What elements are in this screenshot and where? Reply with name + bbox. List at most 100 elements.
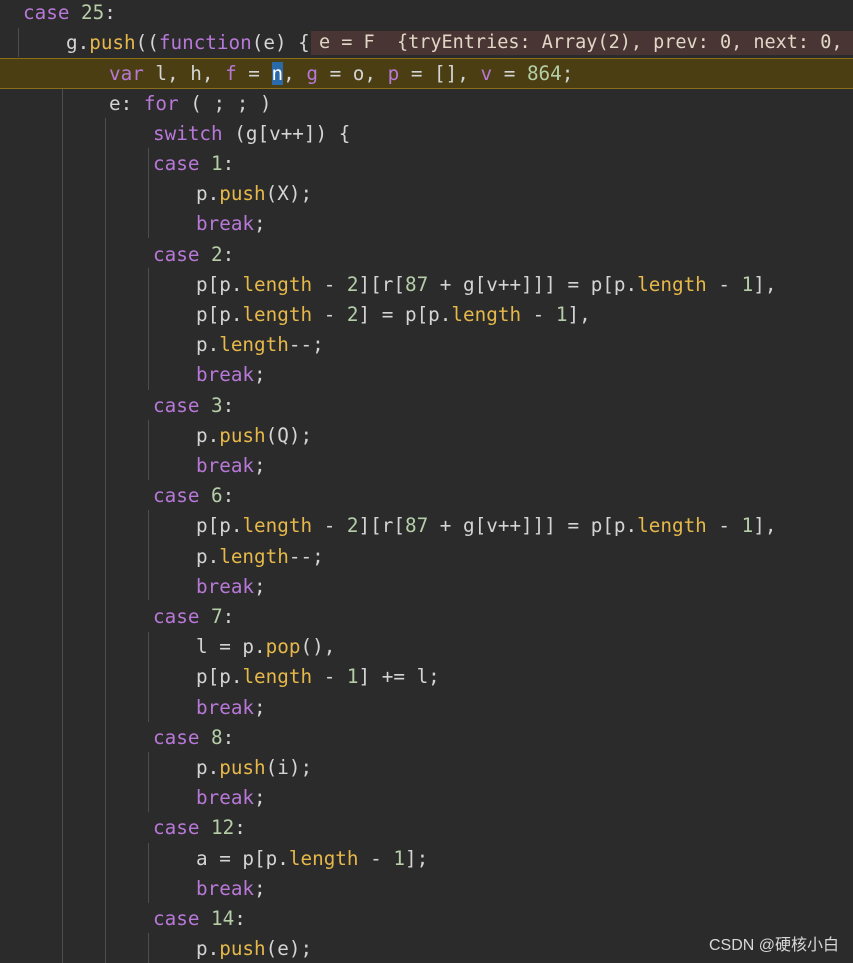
code-token: length xyxy=(219,544,289,568)
current-execution-line[interactable]: var l, h, f = n, g = o, p = [], v = 864; xyxy=(0,58,853,89)
code-line[interactable]: a = p[p.length - 1]; xyxy=(0,844,853,874)
code-token: ; xyxy=(254,695,266,719)
code-token: 2 xyxy=(211,242,223,266)
code-text: switch (g[v++]) { xyxy=(153,119,350,149)
code-token: --; xyxy=(288,333,324,357)
code-token: length xyxy=(637,514,707,538)
code-token: break xyxy=(196,786,255,810)
code-token: ; xyxy=(254,574,266,598)
code-text: break; xyxy=(196,451,266,481)
code-token: case xyxy=(23,1,70,24)
code-token: case xyxy=(153,816,200,840)
code-line[interactable]: break; xyxy=(0,693,853,723)
code-token: : xyxy=(234,907,246,930)
code-line[interactable]: break; xyxy=(0,451,853,481)
code-line[interactable]: p.push(X); xyxy=(0,179,853,209)
code-line[interactable]: l = p.pop(), xyxy=(0,632,853,662)
code-token: 87 xyxy=(404,514,429,538)
code-text: break; xyxy=(196,209,266,239)
code-text: var l, h, f = n, g = o, p = [], v = 864; xyxy=(109,59,573,89)
code-line[interactable]: switch (g[v++]) { xyxy=(0,119,853,149)
code-text: g.push((function(e) { xyxy=(66,28,310,58)
code-token: 25 xyxy=(81,1,105,24)
code-token: length xyxy=(219,333,289,357)
code-token: break xyxy=(196,695,255,719)
code-line[interactable]: p.length--; xyxy=(0,542,853,572)
code-line[interactable]: case 25: xyxy=(0,0,853,28)
code-token: : xyxy=(222,242,235,266)
code-text: case 2: xyxy=(153,240,234,270)
code-line[interactable]: p[p.length - 2] = p[p.length - 1], xyxy=(0,300,853,330)
code-line[interactable]: break; xyxy=(0,360,853,390)
code-token: 14 xyxy=(211,907,235,930)
code-token: g xyxy=(306,62,318,86)
code-line[interactable]: p.push(i); xyxy=(0,753,853,783)
selected-token: n xyxy=(271,62,284,86)
code-line[interactable]: break; xyxy=(0,209,853,239)
code-token: length xyxy=(242,514,313,538)
code-token: ; xyxy=(254,454,266,477)
code-line[interactable]: p[p.length - 2][r[87 + g[v++]]] = p[p.le… xyxy=(0,270,853,300)
code-line[interactable]: case 6: xyxy=(0,481,853,511)
code-token: case xyxy=(153,484,200,508)
code-token: 3 xyxy=(211,393,223,417)
code-token: case xyxy=(153,152,200,175)
code-line[interactable]: p.push(Q); xyxy=(0,421,853,451)
code-text: p.length--; xyxy=(196,330,324,360)
code-text: e: for ( ; ; ) xyxy=(109,89,272,119)
code-line[interactable]: break; xyxy=(0,572,853,602)
code-editor[interactable]: case 25: g.push((function(e) {var l, h, f… xyxy=(0,0,853,963)
code-token: var xyxy=(109,62,144,86)
code-text: l = p.pop(), xyxy=(196,632,335,662)
code-line[interactable]: case 12: xyxy=(0,813,853,843)
code-text: case 7: xyxy=(153,602,234,632)
code-token: length xyxy=(637,272,707,296)
code-token: push xyxy=(219,756,266,779)
code-token: : xyxy=(222,605,235,628)
inline-debug-value-hint[interactable]: e = F {tryEntries: Array(2), prev: 0, ne… xyxy=(311,31,853,55)
code-token: - xyxy=(312,665,347,689)
code-text: p.push(e); xyxy=(196,934,312,963)
code-line[interactable]: case 2: xyxy=(0,240,853,270)
code-text: p.push(Q); xyxy=(196,421,312,451)
code-token: function xyxy=(158,31,252,55)
code-text: p[p.length - 1] += l; xyxy=(196,662,440,692)
code-line[interactable]: case 1: xyxy=(0,149,853,179)
code-token: 8 xyxy=(211,725,223,749)
code-token: ; xyxy=(254,212,266,236)
code-line[interactable]: p.length--; xyxy=(0,330,853,360)
code-token: - xyxy=(706,272,742,296)
code-token: : xyxy=(222,725,235,749)
code-line[interactable]: break; xyxy=(0,874,853,904)
code-line[interactable]: case 8: xyxy=(0,723,853,753)
code-line[interactable]: p[p.length - 1] += l; xyxy=(0,662,853,692)
code-token: (), xyxy=(300,635,336,659)
code-line[interactable]: case 14: xyxy=(0,904,853,934)
watermark: CSDN @硬核小白 xyxy=(708,937,839,954)
code-text: break; xyxy=(196,874,266,904)
code-token: ; xyxy=(254,786,266,810)
code-token: a = p[p. xyxy=(196,846,289,870)
code-line[interactable]: p[p.length - 2][r[87 + g[v++]]] = p[p.le… xyxy=(0,511,853,541)
code-line[interactable]: break; xyxy=(0,783,853,813)
code-line[interactable]: case 3: xyxy=(0,391,853,421)
code-token: ; xyxy=(254,876,266,900)
code-token: ] += l; xyxy=(358,665,440,689)
code-token: --; xyxy=(288,544,324,568)
code-line[interactable]: e: for ( ; ; ) xyxy=(0,89,853,119)
code-token: p[p. xyxy=(196,303,243,326)
code-line[interactable]: case 7: xyxy=(0,602,853,632)
code-token: ][r[ xyxy=(358,514,405,538)
code-token: (e); xyxy=(265,937,313,961)
code-token: 12 xyxy=(211,816,235,840)
code-token: (e) { xyxy=(251,31,310,55)
code-token: 87 xyxy=(404,272,429,296)
code-token: break xyxy=(196,363,255,387)
code-token: ], xyxy=(753,272,777,296)
code-token: length xyxy=(242,665,313,689)
code-token: pop xyxy=(265,635,301,659)
code-token: l, h, xyxy=(143,62,226,86)
